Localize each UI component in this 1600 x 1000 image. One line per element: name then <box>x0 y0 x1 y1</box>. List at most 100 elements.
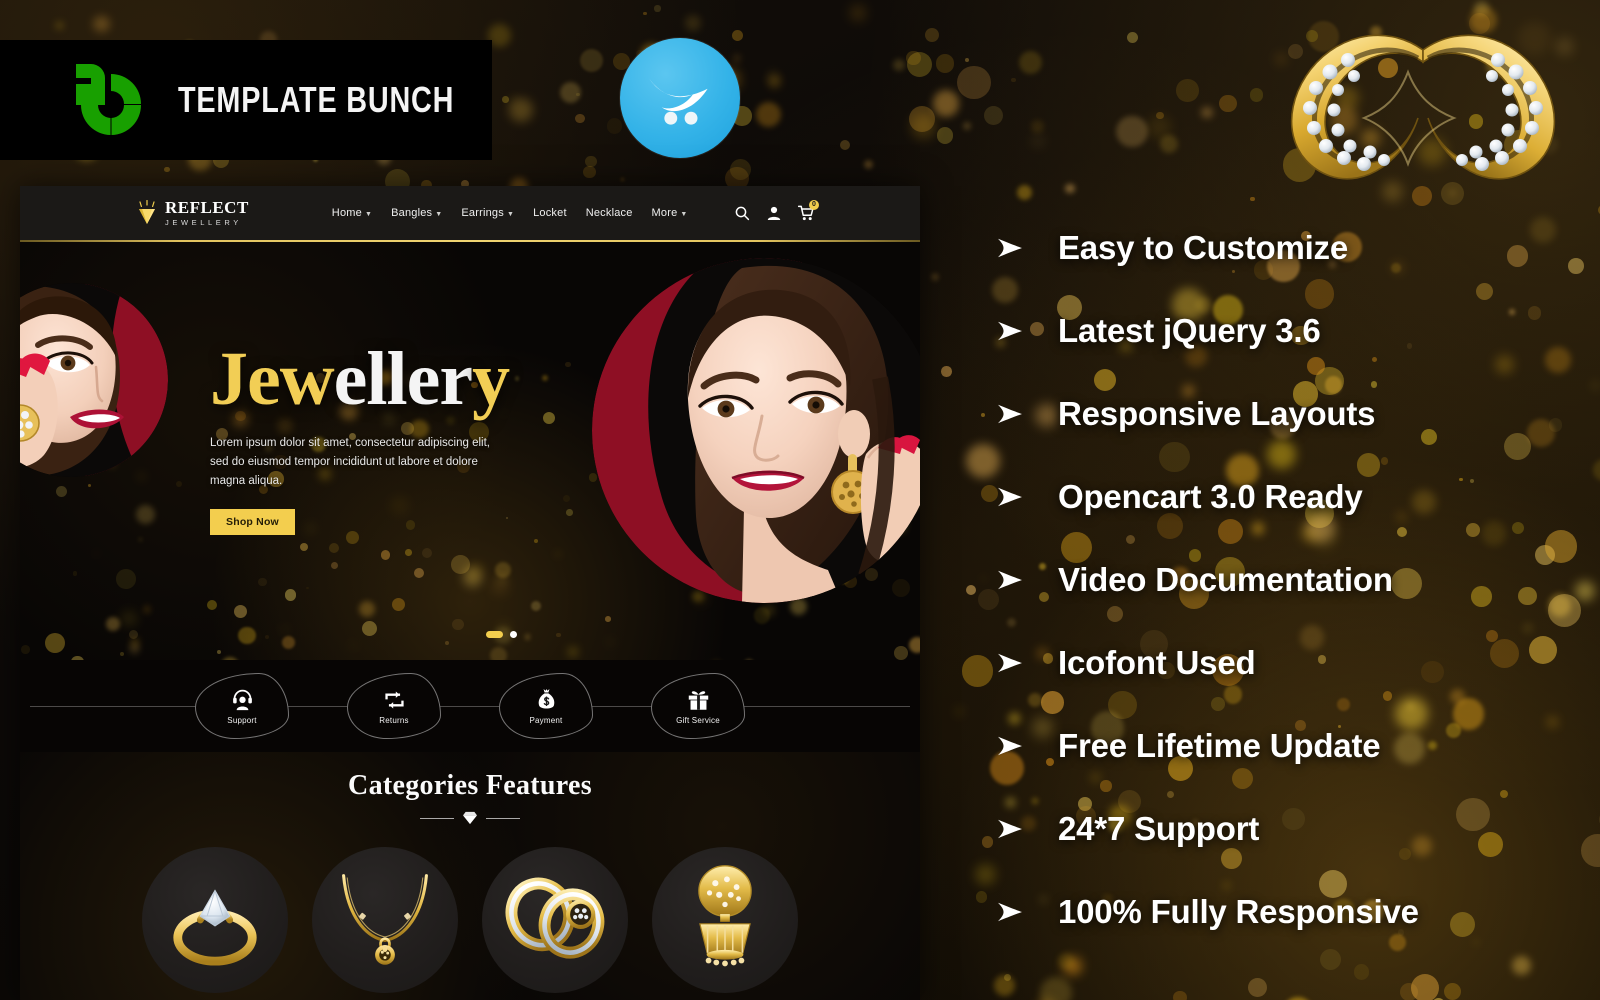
feature-item-4: Opencart 3.0 Ready <box>996 455 1596 538</box>
hero-title: Jewellery <box>210 341 610 417</box>
divider-diamond-glyph <box>463 811 477 825</box>
arrow-right-triangle-icon <box>996 900 1058 924</box>
nav-item-earrings[interactable]: Earrings ▼ <box>461 207 514 219</box>
feature-list: Easy to Customize Latest jQuery 3.6 Respon… <box>996 206 1596 953</box>
hero-slider: Jewellery Lorem ipsum dolor sit amet, co… <box>20 240 920 660</box>
feature-item-1: Easy to Customize <box>996 206 1596 289</box>
user-icon[interactable] <box>766 205 782 221</box>
arrow-right-triangle-icon <box>996 236 1058 260</box>
repeat-arrows-icon <box>383 688 406 712</box>
shop-now-button[interactable]: Shop Now <box>210 509 295 536</box>
nav-item-bangles[interactable]: Bangles ▼ <box>391 207 442 219</box>
divider-line-right <box>486 817 520 819</box>
nav-item-label: Locket <box>533 207 567 219</box>
nav-item-label: Bangles <box>391 207 433 219</box>
service-support[interactable]: Support <box>195 673 289 739</box>
shopping-cart-icon[interactable]: 0 <box>797 200 819 221</box>
carousel-dots[interactable] <box>486 631 517 638</box>
feature-item-5: Video Documentation <box>996 538 1596 621</box>
category-item-3[interactable] <box>482 847 628 993</box>
template-bunch-logo: TEMPLATE BUNCH <box>0 40 492 160</box>
service-returns[interactable]: Returns <box>347 673 441 739</box>
feature-label: Responsive Layouts <box>1058 394 1376 432</box>
site-nav: Home ▼ Bangles ▼ Earrings ▼ Locket Necklace More… <box>332 207 688 219</box>
categories-section: Categories Features <box>20 752 920 1000</box>
site-logo-name: REFLECT <box>165 198 249 218</box>
model-photo-earring <box>592 258 920 603</box>
search-icon[interactable] <box>734 205 750 221</box>
category-item-4[interactable] <box>652 847 798 993</box>
cart-count-badge: 0 <box>809 200 819 210</box>
diamond-icon <box>136 199 158 226</box>
arrow-right-triangle-icon <box>996 568 1058 592</box>
chevron-down-icon: ▼ <box>364 210 373 218</box>
arrow-right-triangle-icon <box>996 402 1058 426</box>
hero-title-part-3: y <box>472 337 510 421</box>
template-bunch-wordmark: TEMPLATE BUNCH <box>178 79 455 120</box>
nav-item-home[interactable]: Home ▼ <box>332 207 372 219</box>
feature-item-9: 100% Fully Responsive <box>996 870 1596 953</box>
nav-item-more[interactable]: More ▼ <box>652 207 688 219</box>
category-item-2[interactable] <box>312 847 458 993</box>
feature-label: Icofont Used <box>1058 643 1256 681</box>
arrow-right-triangle-icon <box>996 485 1058 509</box>
site-tools: 0 <box>734 200 819 221</box>
hero-title-part-1: Jew <box>210 337 335 421</box>
service-features-strip: Support Returns Payment Gift Service <box>20 660 920 752</box>
chevron-down-icon: ▼ <box>435 210 443 218</box>
gift-box-icon <box>687 688 710 712</box>
feature-label: Latest jQuery 3.6 <box>1058 311 1321 349</box>
service-label: Support <box>227 715 257 725</box>
nav-item-label: More <box>651 207 678 219</box>
feature-item-3: Responsive Layouts <box>996 372 1596 455</box>
categories-title: Categories Features <box>348 770 592 801</box>
diamond-divider-icon <box>20 811 920 825</box>
service-label: Payment <box>529 715 563 725</box>
service-label: Returns <box>379 715 409 725</box>
nav-item-label: Necklace <box>585 207 633 219</box>
nav-item-label: Earrings <box>461 207 504 219</box>
jhumka-earring-icon <box>678 860 772 981</box>
feature-label: Video Documentation <box>1058 560 1393 598</box>
solitaire-ring-icon <box>161 869 269 972</box>
opencart-cart-icon <box>620 38 740 158</box>
promo-banner: TEMPLATE BUNCH REFLECT JEWELLERY Home ▼ … <box>0 0 1600 1000</box>
arrow-right-triangle-icon <box>996 651 1058 675</box>
arrow-right-triangle-icon <box>996 319 1058 343</box>
template-bunch-b-logo-icon <box>70 62 152 138</box>
headset-support-icon <box>231 688 254 712</box>
feature-item-7: Free Lifetime Update <box>996 704 1596 787</box>
feature-item-8: 24*7 Support <box>996 787 1596 870</box>
carousel-dot-2[interactable] <box>510 631 517 638</box>
divider-line-left <box>420 817 454 819</box>
feature-label: Opencart 3.0 Ready <box>1058 477 1363 515</box>
diamond-bangles-icon <box>500 873 610 968</box>
feature-item-6: Icofont Used <box>996 621 1596 704</box>
feature-label: Easy to Customize <box>1058 228 1349 266</box>
hero-title-part-2: eller <box>333 337 473 421</box>
money-bag-icon <box>536 688 557 712</box>
service-label: Gift Service <box>676 715 720 725</box>
interlocking-diamond-rings-icon <box>1258 8 1588 198</box>
arrow-right-triangle-icon <box>996 817 1058 841</box>
service-gift-service[interactable]: Gift Service <box>651 673 745 739</box>
website-preview: REFLECT JEWELLERY Home ▼ Bangles ▼ Earrings ▼… <box>20 186 920 1000</box>
carousel-dot-1[interactable] <box>486 631 503 638</box>
chevron-down-icon: ▼ <box>680 210 688 218</box>
site-logo[interactable]: REFLECT JEWELLERY <box>136 199 249 227</box>
hero-copy: Jewellery Lorem ipsum dolor sit amet, co… <box>210 341 610 536</box>
hero-description: Lorem ipsum dolor sit amet, consectetur … <box>210 437 490 488</box>
service-payment[interactable]: Payment <box>499 673 593 739</box>
site-header: REFLECT JEWELLERY Home ▼ Bangles ▼ Earrings ▼… <box>20 186 920 242</box>
feature-item-2: Latest jQuery 3.6 <box>996 289 1596 372</box>
category-item-1[interactable] <box>142 847 288 993</box>
chevron-down-icon: ▼ <box>506 210 515 218</box>
arrow-right-triangle-icon <box>996 734 1058 758</box>
site-logo-tagline: JEWELLERY <box>165 218 242 228</box>
feature-label: 24*7 Support <box>1058 809 1260 847</box>
feature-label: Free Lifetime Update <box>1058 726 1381 764</box>
nav-item-necklace[interactable]: Necklace <box>586 207 633 219</box>
gold-necklace-icon <box>331 868 439 973</box>
feature-label: 100% Fully Responsive <box>1058 892 1419 930</box>
nav-item-locket[interactable]: Locket <box>533 207 567 219</box>
